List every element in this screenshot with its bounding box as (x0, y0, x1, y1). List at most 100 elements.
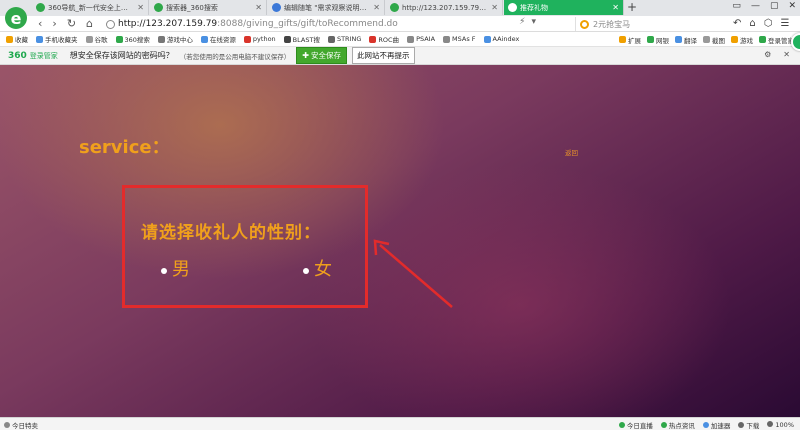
tab-favicon-icon (154, 3, 163, 12)
bookmark-item[interactable]: 扩展 (619, 35, 641, 45)
game-icon (731, 36, 738, 43)
bookmark-item[interactable]: AAindex (483, 35, 519, 43)
maximize-icon[interactable]: ▢ (770, 1, 779, 11)
save-password-button[interactable]: ✚ 安全保存 (296, 47, 347, 64)
bookmark-item[interactable]: 游戏 (731, 35, 753, 45)
bookmark-icon (407, 35, 415, 43)
status-left[interactable]: 今日特卖 (4, 420, 38, 430)
extension-tool-icon (619, 36, 626, 43)
bookmark-item[interactable]: 360搜索 (115, 34, 150, 44)
zoom-icon (767, 421, 774, 427)
undo-icon[interactable]: ↶ (733, 17, 741, 31)
url-path: :8088/giving_gifts/gift/toRecommend.do (217, 19, 398, 29)
radio-female[interactable] (303, 268, 309, 274)
bookmark-item[interactable]: 游戏中心 (157, 34, 193, 44)
back-link[interactable]: 返回 (565, 147, 578, 157)
home-icon[interactable]: ⌂ (86, 17, 93, 31)
status-item[interactable]: 热点资讯 (660, 420, 695, 430)
extension-icon[interactable]: ⬡ (764, 17, 773, 31)
download-icon (738, 422, 745, 428)
never-remind-button[interactable]: 此网站不再提示 (352, 47, 415, 64)
password-save-hint: （若您使用的是公用电脑不建议保存） (179, 52, 291, 61)
status-item[interactable]: 今日直播 (618, 420, 653, 430)
navigation-bar: ‹ › ↻ ⌂ http://123.207.159.79:8088/givin… (0, 16, 800, 32)
status-item[interactable]: 下载 (738, 420, 759, 430)
password-bar-controls: ⚙ ✕ (764, 50, 790, 59)
bookmark-icon (369, 35, 377, 43)
tab-search[interactable]: 搜索器_360搜索 ✕ (150, 0, 267, 15)
bookmark-item[interactable]: 截图 (703, 35, 725, 45)
bookmark-item[interactable]: STRING (327, 35, 361, 43)
settings-gear-icon[interactable]: ⚙ (764, 50, 771, 59)
password-save-bar: 360 登录管家 想安全保存该网站的密码吗？ （若您使用的是公用电脑不建议保存）… (0, 47, 800, 65)
bookmarks-right-tools: 扩展 网银 翻译 截图 游戏 登录管家 (619, 32, 800, 47)
search-box[interactable]: 2元抢宝马 (575, 17, 695, 31)
radio-male[interactable] (161, 268, 167, 274)
browser-logo-icon: e (5, 7, 27, 29)
window-controls: ▭ — ▢ ✕ (732, 1, 796, 11)
status-item[interactable]: 加速器 (702, 420, 730, 430)
tab-favicon-icon (272, 3, 281, 12)
gender-question: 请选择收礼人的性别： (141, 223, 321, 243)
menu-icon[interactable]: ☰ (780, 17, 789, 31)
bookmarks-bar: 收藏 手机收藏夹 谷歌 360搜索 游戏中心 在线资源 python BLAST… (0, 32, 800, 47)
tab-close-icon[interactable]: ✕ (255, 3, 262, 12)
gender-option-female[interactable]: 女 (303, 255, 332, 281)
tab-favicon-icon (36, 3, 45, 12)
tab-close-icon[interactable]: ✕ (612, 3, 619, 12)
tab-edit-note[interactable]: 编辑随笔 "需求观察说明文档" -✕ (268, 0, 385, 15)
bookmark-item[interactable]: 登录管家 (759, 35, 794, 45)
page-content: service： 返回 请选择收礼人的性别： 男 女 (0, 65, 800, 417)
tab-360-nav[interactable]: 360导航_新一代安全上网导航 ✕ (32, 0, 149, 15)
restore-icon[interactable]: ▭ (732, 1, 741, 11)
live-icon (618, 422, 625, 428)
lightning-icon[interactable]: ⚡ (519, 17, 525, 27)
bookmark-icon (243, 35, 251, 43)
status-item[interactable]: 100% (767, 421, 794, 429)
tab-close-icon[interactable]: ✕ (137, 3, 144, 12)
minimize-icon[interactable]: — (751, 1, 760, 11)
refresh-icon[interactable]: ↻ (67, 17, 76, 31)
shield-icon: ✚ (302, 51, 309, 60)
bookmark-item[interactable]: ROC曲 (369, 34, 399, 44)
password-manager-label: 登录管家 (29, 51, 58, 60)
address-bar[interactable]: http://123.207.159.79:8088/giving_gifts/… (106, 17, 536, 31)
bookmark-icon (483, 35, 491, 43)
status-right: 今日直播 热点资讯 加速器 下载 100% (618, 420, 794, 430)
search-placeholder: 2元抢宝马 (593, 19, 631, 29)
bookmark-item[interactable]: PSAIA (407, 35, 435, 43)
back-icon[interactable]: ‹ (38, 17, 42, 31)
tab-close-icon[interactable]: ✕ (373, 3, 380, 12)
bookmark-item[interactable]: 收藏 (6, 34, 28, 44)
bookmark-item[interactable]: python (243, 35, 276, 43)
bookmark-item[interactable]: 网银 (647, 35, 669, 45)
bookmark-item[interactable]: 在线资源 (200, 34, 236, 44)
gender-option-male[interactable]: 男 (161, 255, 190, 281)
forward-icon[interactable]: › (52, 17, 56, 31)
close-bar-icon[interactable]: ✕ (783, 50, 790, 59)
service-label: service： (79, 137, 170, 158)
bookmark-item[interactable]: BLAST搜 (283, 34, 320, 44)
annotation-highlight-box (122, 185, 368, 308)
password-save-question: 想安全保存该网站的密码吗？ (69, 51, 174, 60)
bookmark-item[interactable]: 谷歌 (85, 34, 108, 44)
bookmark-icon (36, 35, 43, 43)
cloud-icon[interactable]: ⌂ (749, 17, 755, 31)
close-window-icon[interactable]: ✕ (788, 1, 796, 11)
bookmark-icon (327, 35, 335, 43)
bookmark-item[interactable]: MSAs F (443, 35, 476, 43)
bookmark-icon (443, 35, 451, 43)
chevron-down-icon[interactable]: ▾ (531, 17, 536, 27)
tab-server[interactable]: http://123.207.159.79：8088/g✕ (386, 0, 503, 15)
annotation-arrow-icon (373, 239, 453, 308)
bookmark-item[interactable]: 手机收藏夹 (36, 34, 78, 44)
new-tab-button[interactable]: + (625, 0, 639, 15)
bookmark-item[interactable]: 翻译 (675, 35, 697, 45)
bookmark-icon (6, 35, 13, 43)
login-manager-icon (759, 36, 766, 43)
tab-close-icon[interactable]: ✕ (491, 3, 498, 12)
tab-recommend-gift[interactable]: 推荐礼物 ✕ (504, 0, 624, 15)
accelerator-icon (702, 422, 709, 428)
sale-icon (4, 422, 10, 428)
password-manager-brand: 360 (8, 50, 27, 61)
